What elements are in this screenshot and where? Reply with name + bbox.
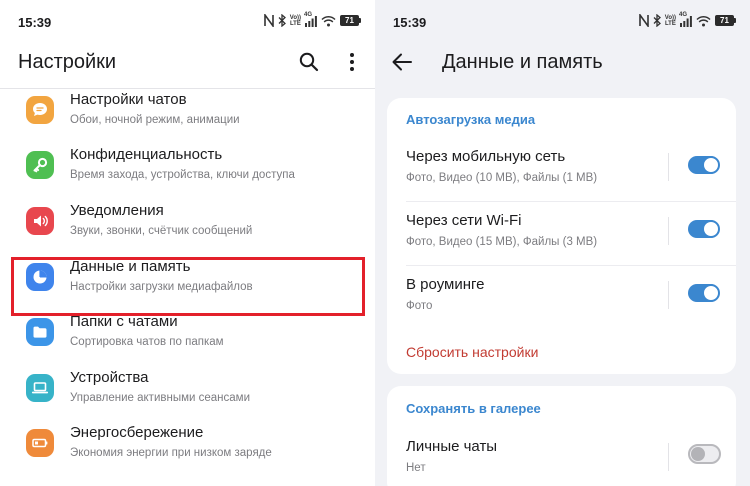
settings-item-data-storage[interactable]: Данные и память Настройки загрузки медиа… <box>0 249 375 304</box>
settings-item-chats[interactable]: Настройки чатов Обои, ночной режим, аним… <box>0 82 375 137</box>
page-title: Данные и память <box>442 51 603 73</box>
settings-item-title: Папки с чатами <box>70 313 178 330</box>
row-subtitle: Фото, Видео (10 MB), Файлы (1 MB) <box>406 172 598 184</box>
pie-chart-icon <box>26 263 54 291</box>
data-storage-screen: 15:39 Vo)) LTE 4G 71 Данные и память Авт… <box>375 0 750 486</box>
battery-level: 71 <box>340 15 359 26</box>
battery-indicator: 71 <box>715 15 736 26</box>
autodownload-row-roaming[interactable]: В роуминге Фото <box>387 266 736 330</box>
battery-level: 71 <box>715 15 734 26</box>
section-title-autodownload: Автозагрузка медиа <box>406 112 536 127</box>
settings-item-folders[interactable]: Папки с чатами Сортировка чатов по папка… <box>0 304 375 359</box>
reset-settings-button[interactable]: Сбросить настройки <box>406 344 538 360</box>
section-title-gallery: Сохранять в галерее <box>406 401 541 416</box>
status-time: 15:39 <box>393 15 427 30</box>
status-icons: Vo)) LTE 4G 71 <box>263 12 361 27</box>
row-title: Личные чаты <box>406 438 498 455</box>
wifi-toggle[interactable] <box>688 220 720 238</box>
row-subtitle: Фото <box>406 300 433 312</box>
settings-item-devices[interactable]: Устройства Управление активными сеансами <box>0 360 375 415</box>
mobile-toggle[interactable] <box>688 156 720 174</box>
settings-item-subtitle: Время захода, устройства, ключи доступа <box>70 169 295 181</box>
save-to-gallery-card: Сохранять в галерее Личные чаты Нет <box>387 386 736 486</box>
status-bar: 15:39 Vo)) LTE 4G 71 <box>375 0 750 44</box>
status-icons: Vo)) LTE 4G 71 <box>638 12 736 27</box>
bluetooth-icon <box>653 14 661 27</box>
settings-item-title: Уведомления <box>70 202 164 219</box>
settings-item-title: Данные и память <box>70 258 191 275</box>
settings-item-subtitle: Экономия энергии при низком заряде <box>70 447 272 459</box>
wifi-icon <box>696 15 711 26</box>
key-icon <box>26 151 54 179</box>
settings-item-subtitle: Сортировка чатов по папкам <box>70 336 224 348</box>
row-subtitle: Фото, Видео (15 MB), Файлы (3 MB) <box>406 236 598 248</box>
volte-indicator: Vo)) LTE <box>664 14 676 27</box>
settings-item-power-saving[interactable]: Энергосбережение Экономия энергии при ни… <box>0 415 375 470</box>
private-chats-toggle[interactable] <box>688 444 721 464</box>
row-title: Через мобильную сеть <box>406 148 566 165</box>
nfc-icon <box>638 14 649 27</box>
app-bar: Данные и память <box>375 44 750 82</box>
autodownload-row-mobile[interactable]: Через мобильную сеть Фото, Видео (10 MB)… <box>387 138 736 202</box>
more-vertical-icon[interactable] <box>342 51 362 73</box>
settings-item-privacy[interactable]: Конфиденциальность Время захода, устройс… <box>0 137 375 192</box>
gallery-row-private-chats[interactable]: Личные чаты Нет <box>387 428 736 486</box>
settings-screen: 15:39 Vo)) LTE 4G 71 Настройки Настройки… <box>0 0 375 486</box>
settings-item-title: Конфиденциальность <box>70 146 223 163</box>
settings-item-subtitle: Звуки, звонки, счётчик сообщений <box>70 225 253 237</box>
row-title: В роуминге <box>406 276 485 293</box>
back-arrow-icon[interactable] <box>391 52 413 72</box>
autodownload-card: Автозагрузка медиа Через мобильную сеть … <box>387 98 736 374</box>
status-bar: 15:39 Vo)) LTE 4G 71 <box>0 0 375 44</box>
search-icon[interactable] <box>298 51 320 73</box>
volte-indicator: Vo)) LTE <box>289 14 301 27</box>
row-title: Через сети Wi-Fi <box>406 212 522 229</box>
status-time: 15:39 <box>18 15 52 30</box>
settings-item-title: Устройства <box>70 369 149 386</box>
nfc-icon <box>263 14 274 27</box>
roaming-toggle[interactable] <box>688 284 720 302</box>
bluetooth-icon <box>278 14 286 27</box>
wifi-icon <box>321 15 336 26</box>
settings-item-subtitle: Настройки загрузки медиафайлов <box>70 281 253 293</box>
settings-item-subtitle: Управление активными сеансами <box>70 392 250 404</box>
row-subtitle: Нет <box>406 462 426 474</box>
page-title: Настройки <box>18 51 117 73</box>
settings-item-subtitle: Обои, ночной режим, анимации <box>70 114 240 126</box>
settings-item-notifications[interactable]: Уведомления Звуки, звонки, счётчик сообщ… <box>0 193 375 248</box>
app-bar: Настройки <box>0 44 375 82</box>
settings-item-title: Энергосбережение <box>70 424 204 441</box>
battery-indicator: 71 <box>340 15 361 26</box>
settings-item-title: Настройки чатов <box>70 91 187 108</box>
cell-signal: 4G <box>304 12 317 27</box>
speaker-icon <box>26 207 54 235</box>
cell-signal: 4G <box>679 12 692 27</box>
laptop-icon <box>26 374 54 402</box>
chat-bubble-icon <box>26 96 54 124</box>
autodownload-row-wifi[interactable]: Через сети Wi-Fi Фото, Видео (15 MB), Фа… <box>387 202 736 266</box>
folder-icon <box>26 318 54 346</box>
battery-icon <box>26 429 54 457</box>
